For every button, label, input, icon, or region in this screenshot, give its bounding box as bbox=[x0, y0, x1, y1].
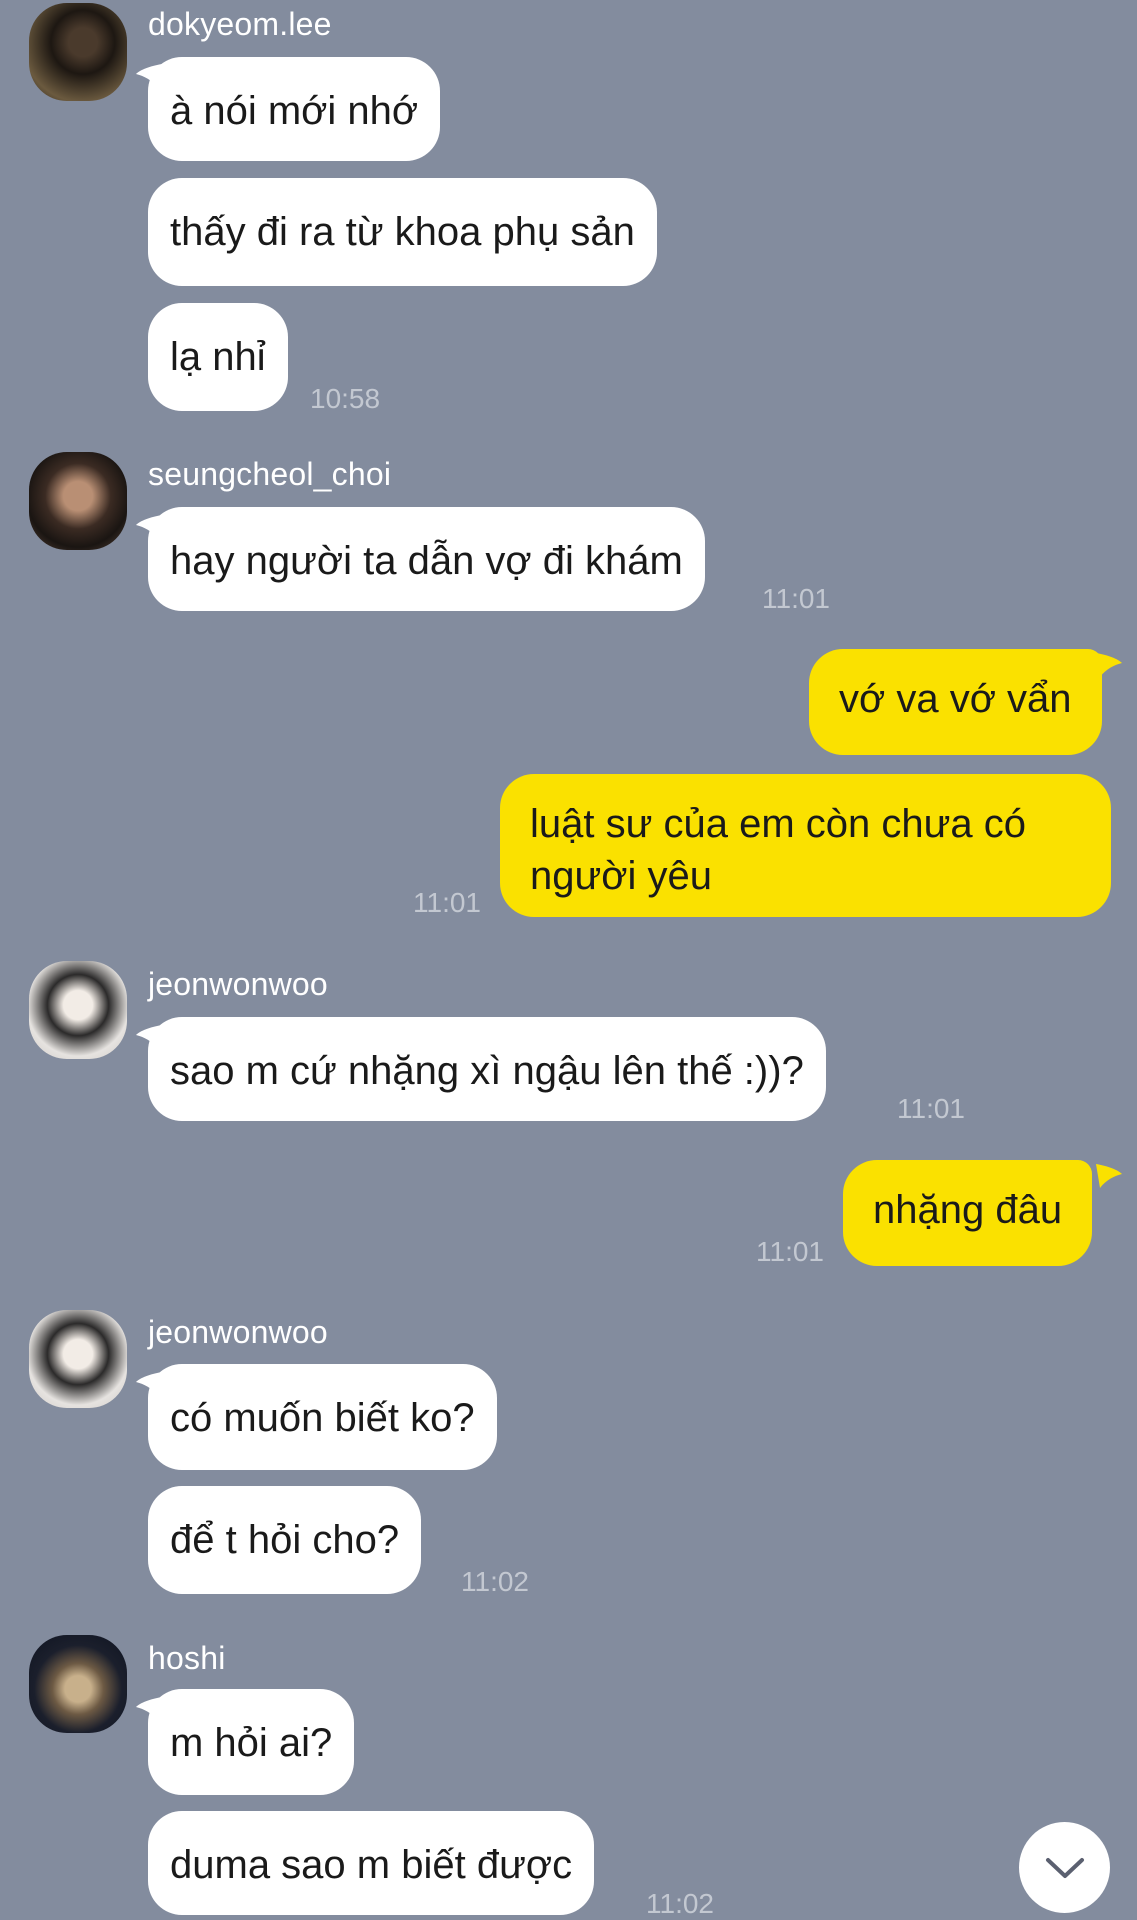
message-bubble[interactable]: m hỏi ai? bbox=[148, 1689, 355, 1795]
sender-name: dokyeom.lee bbox=[148, 6, 332, 42]
message-bubble[interactable]: vớ va vớ vẩn bbox=[809, 649, 1102, 755]
avatar[interactable] bbox=[29, 1635, 127, 1733]
message-bubble[interactable]: lạ nhỉ bbox=[148, 303, 288, 411]
sender-name: jeonwonwoo bbox=[148, 1314, 328, 1350]
message-text: lạ nhỉ bbox=[170, 335, 266, 379]
bubble-tail bbox=[1096, 653, 1122, 677]
message-bubble[interactable]: nhặng đâu bbox=[843, 1160, 1093, 1266]
timestamp: 11:01 bbox=[413, 887, 481, 918]
chat-room: dokyeom.lee à nói mới nhớ thấy đi ra từ … bbox=[0, 0, 1137, 1920]
message-text: hay người ta dẫn vợ đi khám bbox=[170, 539, 683, 583]
message-bubble[interactable]: để t hỏi cho? bbox=[148, 1486, 422, 1594]
timestamp: 11:02 bbox=[646, 1888, 714, 1919]
bubble-tail bbox=[1096, 1164, 1122, 1188]
avatar[interactable] bbox=[29, 452, 127, 550]
message-text: để t hỏi cho? bbox=[170, 1518, 400, 1562]
message-text: à nói mới nhớ bbox=[170, 89, 419, 133]
message-bubble[interactable]: hay người ta dẫn vợ đi khám bbox=[148, 507, 705, 611]
sender-name: jeonwonwoo bbox=[148, 966, 328, 1002]
message-bubble[interactable]: luật sư của em còn chưa có người yêu bbox=[500, 774, 1111, 917]
message-text: thấy đi ra từ khoa phụ sản bbox=[170, 210, 635, 254]
avatar[interactable] bbox=[29, 3, 127, 101]
message-text: duma sao m biết được bbox=[170, 1843, 573, 1887]
sender-name: hoshi bbox=[148, 1640, 226, 1676]
message-bubble[interactable]: à nói mới nhớ bbox=[148, 57, 441, 161]
timestamp: 11:01 bbox=[897, 1093, 965, 1124]
sender-name: seungcheol_choi bbox=[148, 456, 392, 492]
message-bubble[interactable]: có muốn biết ko? bbox=[148, 1364, 497, 1470]
timestamp: 11:02 bbox=[461, 1566, 529, 1597]
message-bubble[interactable]: duma sao m biết được bbox=[148, 1811, 595, 1915]
timestamp: 10:58 bbox=[310, 383, 381, 414]
message-text: luật sư của em còn chưa có người yêu bbox=[530, 802, 1027, 898]
message-text: vớ va vớ vẩn bbox=[839, 677, 1072, 721]
avatar[interactable] bbox=[29, 1310, 127, 1408]
scroll-to-bottom-button[interactable] bbox=[1019, 1822, 1110, 1913]
avatar[interactable] bbox=[29, 961, 127, 1059]
timestamp: 11:01 bbox=[762, 583, 830, 614]
message-bubble[interactable]: thấy đi ra từ khoa phụ sản bbox=[148, 178, 657, 286]
message-text: sao m cứ nhặng xì ngậu lên thế :))? bbox=[170, 1049, 804, 1093]
message-text: có muốn biết ko? bbox=[170, 1396, 475, 1440]
message-text: nhặng đâu bbox=[873, 1188, 1063, 1232]
timestamp: 11:01 bbox=[756, 1236, 824, 1267]
message-text: m hỏi ai? bbox=[170, 1721, 333, 1765]
message-bubble[interactable]: sao m cứ nhặng xì ngậu lên thế :))? bbox=[148, 1017, 826, 1121]
chevron-down-icon bbox=[1045, 1857, 1084, 1878]
